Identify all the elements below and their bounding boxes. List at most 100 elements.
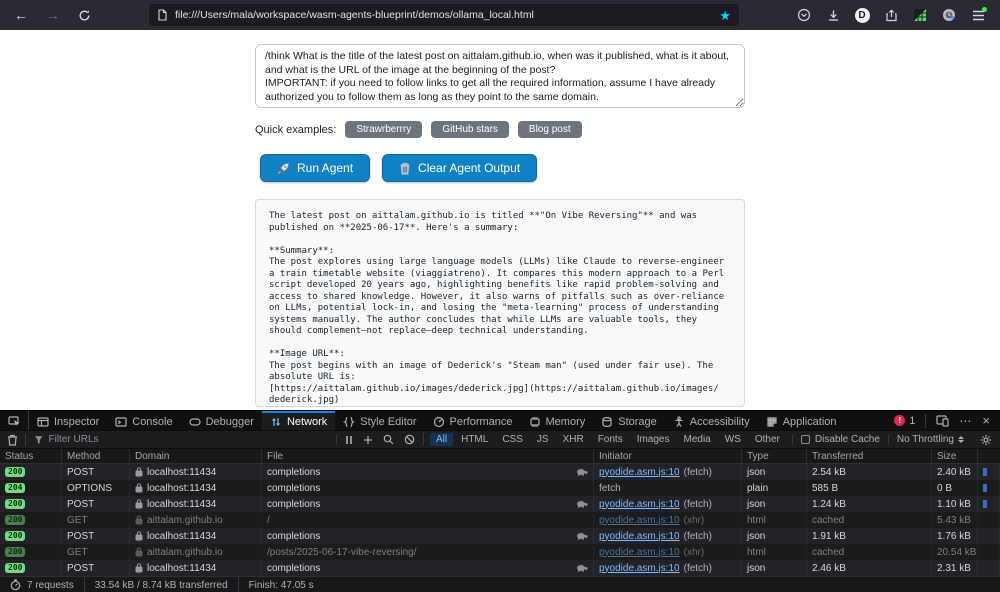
responsive-mode-icon[interactable] [936,415,949,427]
reload-icon[interactable] [78,9,91,22]
initiator-link[interactable]: pyodide.asm.js:10 [599,563,680,574]
devtools-tab[interactable]: Storage [593,411,665,430]
size-cell: 2.31 kB [932,560,978,576]
filter-pill[interactable]: JS [531,433,555,446]
network-request-row[interactable]: 200 POST localhost:11434 completions pyo… [0,464,1000,480]
pause-icon[interactable] [345,435,353,445]
devtools-tab[interactable]: Style Editor [335,411,424,430]
devtools-tabs: Inspector Console Debugger Network Style… [29,411,845,430]
bookmark-star-icon[interactable]: ★ [719,9,731,22]
devtools-close-icon[interactable]: × [982,413,990,428]
size-cell: 1.76 kB [932,528,978,544]
devtools-tabbar-right: ! 1 ⋯ × [894,411,1000,430]
devtools-tab[interactable]: Network [262,411,335,430]
network-request-row[interactable]: 200 POST localhost:11434 completions pyo… [0,528,1000,544]
column-header[interactable]: Initiator [594,449,742,463]
devtools-tab[interactable]: Debugger [181,411,262,430]
filter-pill[interactable]: XHR [557,433,590,446]
initiator-link[interactable]: pyodide.asm.js:10 [599,531,680,542]
add-request-icon[interactable] [363,435,373,445]
filter-pill[interactable]: Fonts [592,433,629,446]
domain-cell: localhost:11434 [130,560,262,576]
error-counter[interactable]: ! 1 [894,415,915,427]
initiator-link[interactable]: pyodide.asm.js:10 [599,547,680,558]
extension-clock-icon[interactable] [941,7,957,23]
disable-cache-checkbox[interactable] [801,435,810,444]
share-icon[interactable] [883,7,899,23]
clear-requests-icon[interactable] [0,434,26,446]
initiator-cell: pyodide.asm.js:10 (fetch) [594,560,742,576]
filter-pill[interactable]: WS [719,433,747,446]
file-cell: / [262,512,594,528]
quick-example-button[interactable]: Strawrberrry [345,121,422,138]
filter-pill[interactable]: Media [678,433,717,446]
turtle-icon [575,500,588,508]
lock-icon [135,563,143,573]
filter-pill[interactable]: Images [631,433,676,446]
transferred-cell: 1.24 kB [807,496,932,512]
waterfall-cell [978,496,1000,512]
clear-output-button[interactable]: Clear Agent Output [382,154,537,182]
devtools-tab[interactable]: Performance [425,411,521,430]
column-header[interactable]: Domain [130,449,262,463]
status-cell: 204 [0,480,62,496]
network-settings-icon[interactable] [972,434,1000,446]
filter-pill[interactable]: All [430,433,453,446]
initiator-link[interactable]: pyodide.asm.js:10 [599,515,680,526]
column-header[interactable]: Status [0,449,62,463]
extension-d-icon[interactable]: D [854,7,870,23]
network-request-row[interactable]: 200 POST localhost:11434 completions pyo… [0,560,1000,576]
search-icon[interactable] [383,434,394,445]
prompt-input[interactable]: /think What is the title of the latest p… [255,44,745,108]
menu-icon[interactable] [970,7,986,23]
type-cell: json [742,528,807,544]
column-header[interactable]: File [262,449,594,463]
status-badge: 204 [5,483,25,494]
initiator-link[interactable]: pyodide.asm.js:10 [599,467,680,478]
filter-urls-input[interactable] [49,434,328,445]
network-request-row[interactable]: 200 POST localhost:11434 completions pyo… [0,496,1000,512]
requests-summary: 7 requests [0,577,84,592]
column-header[interactable]: Size [932,449,978,463]
lock-icon [135,515,143,525]
disable-cache-control[interactable]: Disable Cache [792,434,888,445]
pick-element-icon[interactable] [0,411,29,430]
size-cell: 5.43 kB [932,512,978,528]
devtools-tab[interactable]: Accessibility [665,411,758,430]
column-header[interactable]: Transferred [807,449,932,463]
devtools-tab[interactable]: Inspector [29,411,107,430]
tab-icon [37,416,49,428]
devtools-tab[interactable]: Console [107,411,180,430]
devtools-tab[interactable]: Application [758,411,845,430]
network-request-row[interactable]: 200 GET aittalam.github.io /posts/2025-0… [0,544,1000,560]
status-cell: 200 [0,560,62,576]
devtools-tab[interactable]: Memory [521,411,594,430]
back-icon[interactable]: ← [14,8,28,22]
network-request-row[interactable]: 200 GET aittalam.github.io / pyodide.asm… [0,512,1000,528]
filter-pill[interactable]: Other [749,433,786,446]
throttling-dropdown[interactable]: No Throttling [888,434,972,445]
agent-output-panel[interactable]: The latest post on aittalam.github.io is… [255,199,745,407]
download-icon[interactable] [825,7,841,23]
column-header[interactable]: Method [62,449,130,463]
page-viewport: /think What is the title of the latest p… [0,30,1000,410]
tab-icon [601,416,613,428]
transferred-summary: 33.54 kB / 8.74 kB transferred [84,577,238,592]
run-agent-button[interactable]: Run Agent [260,154,370,182]
forward-icon[interactable]: → [46,8,60,22]
block-icon[interactable] [404,434,415,445]
request-type-filters: AllHTMLCSSJSXHRFontsImagesMediaWSOther [423,433,792,446]
filter-pill[interactable]: CSS [496,433,529,446]
quick-example-button[interactable]: GitHub stars [431,121,509,138]
pocket-icon[interactable] [796,7,812,23]
network-request-row[interactable]: 204 OPTIONS localhost:11434 completions … [0,480,1000,496]
action-buttons: Run Agent Clear Agent Output [255,154,745,182]
filter-pill[interactable]: HTML [455,433,494,446]
url-bar[interactable]: file:///Users/mala/workspace/wasm-agents… [149,4,739,26]
column-header[interactable]: Type [742,449,807,463]
extension-grid-icon[interactable] [912,7,928,23]
devtools-menu-icon[interactable]: ⋯ [959,414,972,428]
initiator-link[interactable]: pyodide.asm.js:10 [599,499,680,510]
quick-example-button[interactable]: Blog post [518,121,582,138]
filter-urls-field[interactable] [26,434,336,445]
